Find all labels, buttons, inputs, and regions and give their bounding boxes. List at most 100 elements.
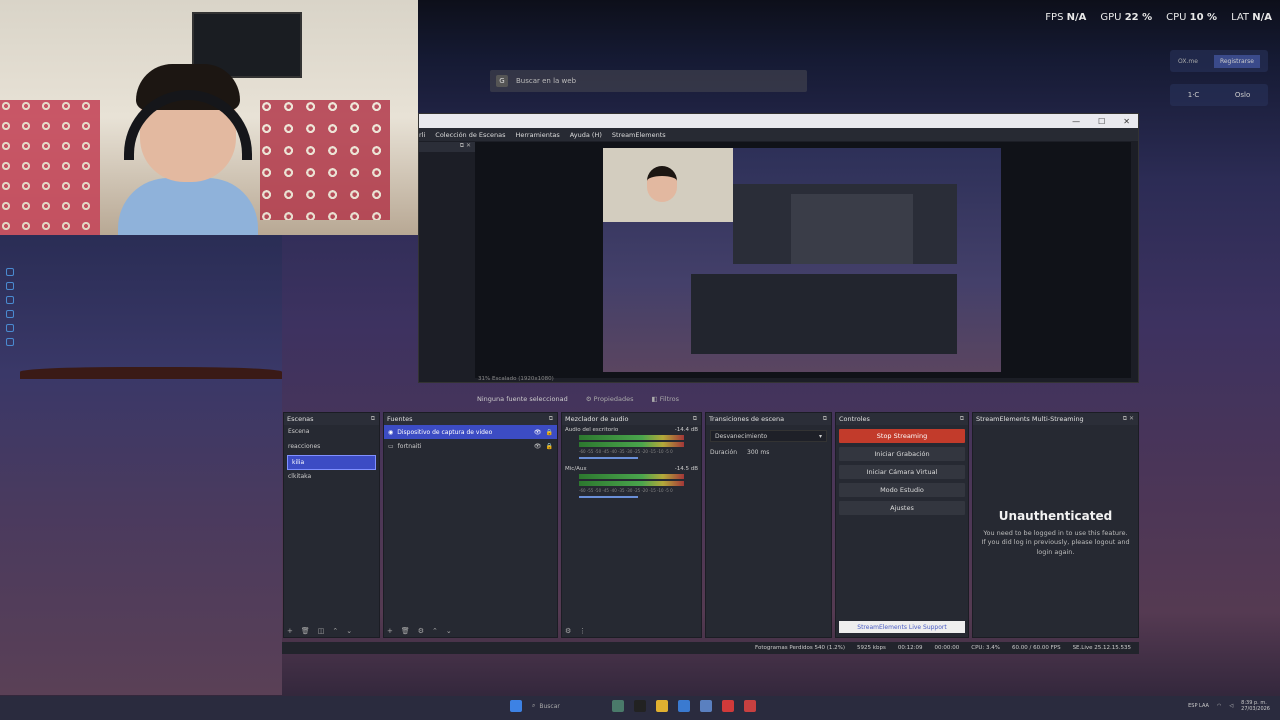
close-icon[interactable]: ⧉ ✕ [1123, 415, 1134, 423]
volume-slider[interactable] [579, 496, 638, 498]
scene-item[interactable]: reacciones [284, 440, 379, 455]
dock-float-icon[interactable]: ⧉ [823, 415, 827, 423]
menu-item[interactable]: Herramientas [515, 131, 559, 139]
filter-icon[interactable]: ◫ [318, 627, 325, 635]
menu-item[interactable]: rli [419, 131, 425, 139]
wallpaper-left [0, 235, 282, 695]
side-icon[interactable] [6, 324, 14, 332]
chevron-down-icon: ▾ [818, 432, 822, 440]
more-icon[interactable]: ⋮ [579, 627, 586, 635]
gear-icon[interactable]: ⚙ [418, 627, 424, 635]
chrome-icon[interactable] [744, 700, 756, 712]
source-label: Dispositivo de captura de video [397, 428, 493, 436]
trash-icon[interactable]: 🗑 [301, 627, 310, 635]
taskbar-search-label: Buscar [539, 702, 560, 710]
eye-icon[interactable]: 👁 [534, 443, 542, 450]
fps-stat: FPS N/A [1045, 12, 1087, 23]
monitor-icon: ▭ [388, 442, 394, 450]
obs-window: — ☐ ✕ rli Colección de Escenas Herramien… [418, 113, 1139, 383]
widget-site-label[interactable]: OX.me [1178, 58, 1198, 65]
bitrate: 5925 kbps [857, 645, 886, 651]
dock-float-icon[interactable]: ⧉ [371, 415, 375, 423]
add-icon[interactable]: + [387, 627, 393, 635]
lang-indicator[interactable]: ESP LAA [1188, 703, 1209, 709]
dock-float-icon[interactable]: ⧉ [960, 415, 964, 423]
store-icon[interactable] [678, 700, 690, 712]
down-icon[interactable]: ⌄ [346, 627, 352, 635]
taskbar: ⌕ Buscar ESP LAA ◠ ◁ 8:39 p. m. 27/03/202… [0, 696, 1280, 720]
start-recording-button[interactable]: Iniciar Grabación [839, 447, 965, 461]
add-icon[interactable]: + [287, 627, 293, 635]
stop-streaming-button[interactable]: Stop Streaming [839, 429, 965, 443]
streamer [118, 60, 258, 235]
channel-name: Mic/Aux [565, 466, 587, 472]
preview-zoom[interactable]: 31% Escalado (1920x1080) [474, 376, 1129, 386]
sources-dock: Fuentes ⧉ ◉ Dispositivo de captura de vide… [383, 412, 558, 638]
dock-float-icon[interactable]: ⧉ [693, 415, 697, 423]
register-button[interactable]: Registrarse [1213, 54, 1260, 68]
system-tray: ESP LAA ◠ ◁ 8:39 p. m. 27/03/2026 [1188, 700, 1270, 712]
settings-button[interactable]: Ajustes [839, 501, 965, 515]
stream-preview[interactable] [603, 148, 1001, 372]
wallpaper-beam [20, 367, 282, 379]
volume-slider[interactable] [579, 457, 638, 459]
down-icon[interactable]: ⌄ [446, 627, 452, 635]
menu-item[interactable]: StreamElements [612, 131, 666, 139]
folder-icon[interactable] [656, 700, 668, 712]
source-item[interactable]: ▭ fortnaiti 👁 🔒 [384, 439, 557, 453]
clock-date: 27/03/2026 [1241, 706, 1270, 712]
eye-icon[interactable]: 👁 [534, 429, 542, 436]
weather-city: Oslo [1234, 91, 1251, 99]
side-icon[interactable] [6, 338, 14, 346]
windows-start-icon[interactable] [510, 700, 522, 712]
side-icon-strip [6, 268, 18, 346]
wifi-icon[interactable]: ◠ [1217, 703, 1221, 709]
live-support-button[interactable]: StreamElements Live Support [839, 621, 965, 633]
menu-item[interactable]: Colección de Escenas [435, 131, 505, 139]
dock-mini-controls[interactable]: ⧉ ✕ [419, 142, 475, 152]
dock-header: Fuentes ⧉ [384, 413, 557, 425]
google-icon: G [496, 75, 508, 87]
weather-widget[interactable]: 1·C Oslo [1170, 84, 1268, 106]
taskbar-search[interactable]: ⌕ Buscar [532, 702, 602, 710]
dock-header: Mezclador de audio ⧉ [562, 413, 701, 425]
transition-select[interactable]: Desvanecimiento ▾ [710, 430, 827, 442]
side-icon[interactable] [6, 282, 14, 290]
app-icon[interactable] [634, 700, 646, 712]
properties-button[interactable]: ⚙ Propiedades [586, 395, 634, 403]
source-item-active[interactable]: ◉ Dispositivo de captura de video 👁 🔒 [384, 425, 557, 439]
trash-icon[interactable]: 🗑 [401, 627, 410, 635]
sofa-right [260, 100, 390, 220]
maximize-button[interactable]: ☐ [1098, 117, 1105, 126]
studio-mode-button[interactable]: Modo Estudio [839, 483, 965, 497]
lock-icon[interactable]: 🔒 [546, 443, 553, 450]
transition-duration[interactable]: Duración 300 ms [706, 447, 831, 458]
minimize-button[interactable]: — [1072, 117, 1080, 126]
up-icon[interactable]: ⌃ [432, 627, 438, 635]
volume-icon[interactable]: ◁ [1229, 703, 1233, 709]
web-search-placeholder: Buscar en la web [516, 77, 577, 85]
menu-item[interactable]: Ayuda (H) [570, 131, 602, 139]
close-button[interactable]: ✕ [1123, 117, 1130, 126]
scene-item[interactable]: clkitaka [284, 470, 379, 485]
obs-menubar: rli Colección de Escenas Herramientas Ay… [419, 128, 1138, 141]
gear-icon[interactable]: ⚙ [565, 627, 571, 635]
dock-float-icon[interactable]: ⧉ [549, 415, 553, 423]
side-icon[interactable] [6, 268, 14, 276]
web-search-bar[interactable]: G Buscar en la web [490, 70, 807, 92]
lock-icon[interactable]: 🔒 [546, 429, 553, 436]
app-icon[interactable] [612, 700, 624, 712]
side-icon[interactable] [6, 310, 14, 318]
app-icon[interactable] [700, 700, 712, 712]
virtual-camera-button[interactable]: Iniciar Cámara Virtual [839, 465, 965, 479]
dock-header: Transiciones de escena ⧉ [706, 413, 831, 425]
opera-icon[interactable] [722, 700, 734, 712]
up-icon[interactable]: ⌃ [332, 627, 338, 635]
scene-item-active[interactable]: kilia [287, 455, 376, 470]
filters-button[interactable]: ◧ Filtros [651, 395, 679, 403]
side-icon[interactable] [6, 296, 14, 304]
scene-item[interactable]: Escena [284, 425, 379, 440]
account-widget: OX.me Registrarse [1170, 50, 1268, 72]
dock-header: StreamElements Multi-Streaming ⧉ ✕ [973, 413, 1138, 425]
clock[interactable]: 8:39 p. m. 27/03/2026 [1241, 700, 1270, 712]
